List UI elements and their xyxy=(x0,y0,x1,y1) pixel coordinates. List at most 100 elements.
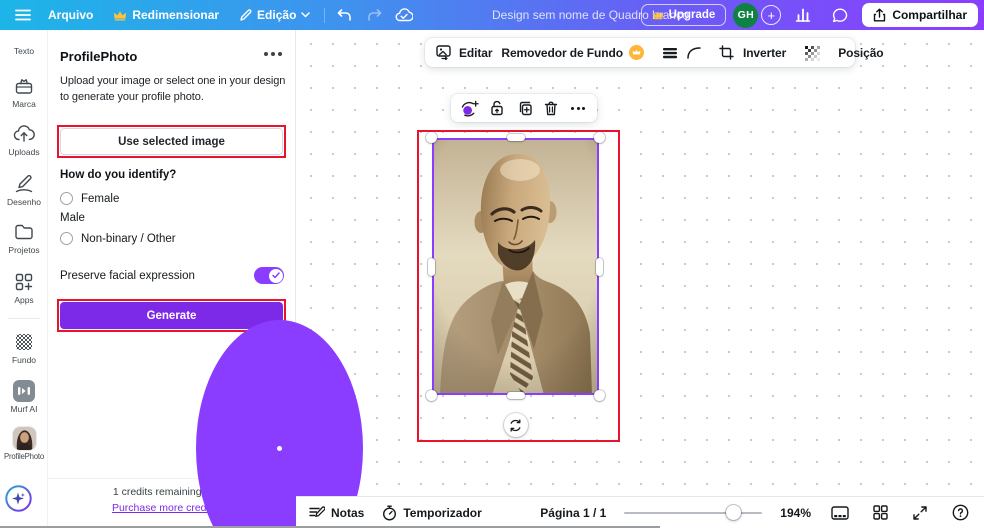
canva-app: Arquivo Redimensionar Edição Design sem … xyxy=(0,0,984,528)
preserve-expression-toggle[interactable] xyxy=(254,267,284,284)
rotate-handle[interactable] xyxy=(503,413,528,437)
zoom-slider-thumb[interactable] xyxy=(726,504,742,520)
zoom-slider[interactable] xyxy=(624,504,763,521)
toggle-knob xyxy=(268,268,283,283)
undo-button[interactable] xyxy=(329,0,359,30)
editing-mode-button[interactable]: Edição xyxy=(229,0,320,30)
radio-label: Non-binary / Other xyxy=(81,232,176,245)
resize-handle-top[interactable] xyxy=(506,134,525,141)
bg-remover-label: Removedor de Fundo xyxy=(501,45,623,60)
sidebar-item-texto[interactable]: Texto xyxy=(0,46,48,56)
duplicate-button[interactable] xyxy=(515,99,533,117)
edit-image-button[interactable]: Editar xyxy=(436,45,493,60)
fullscreen-button[interactable] xyxy=(909,502,931,524)
account-group: GH + xyxy=(733,2,782,28)
transparency-button[interactable] xyxy=(804,45,821,61)
sidebar-item-apps[interactable]: Apps xyxy=(0,271,48,305)
sidebar-item-profilephoto[interactable]: ProfilePhoto xyxy=(0,427,48,461)
file-menu-button[interactable]: Arquivo xyxy=(38,0,103,30)
delete-button[interactable] xyxy=(542,99,560,117)
cloud-save-status[interactable] xyxy=(389,0,419,30)
background-checker-icon xyxy=(16,334,32,350)
arc-icon xyxy=(687,46,701,59)
hamburger-menu-button[interactable] xyxy=(8,0,38,30)
top-bar: Arquivo Redimensionar Edição Design sem … xyxy=(0,0,984,30)
timer-button[interactable]: Temporizador xyxy=(382,505,482,521)
redo-button[interactable] xyxy=(359,0,389,30)
comments-button[interactable] xyxy=(825,0,855,30)
resize-handle-top-left[interactable] xyxy=(426,132,437,143)
radio-icon xyxy=(60,232,73,245)
radio-label: Male xyxy=(60,212,85,224)
corner-rounding-button[interactable] xyxy=(687,46,701,59)
sidebar-item-uploads[interactable]: Uploads xyxy=(0,123,48,157)
sidebar-item-fundo[interactable]: Fundo xyxy=(0,331,48,365)
more-options-icon[interactable] xyxy=(264,52,282,56)
zoom-slider-track[interactable] xyxy=(624,511,763,514)
pages-view-icon xyxy=(831,505,849,520)
upgrade-label: Upgrade xyxy=(668,9,716,21)
resize-handle-right[interactable] xyxy=(596,257,603,276)
sidebar-item-label: Desenho xyxy=(6,197,42,207)
timer-label: Temporizador xyxy=(403,505,482,520)
pages-view-button[interactable] xyxy=(829,502,851,524)
radio-option-female[interactable]: Female xyxy=(60,192,119,205)
help-button[interactable] xyxy=(949,502,971,524)
resize-handle-top-right[interactable] xyxy=(594,132,605,143)
crown-icon xyxy=(652,11,663,20)
brand-kit-icon xyxy=(15,79,33,94)
bg-remover-button[interactable]: Removedor de Fundo xyxy=(501,45,644,60)
position-button[interactable]: Posição xyxy=(838,46,883,60)
panel-description: Upload your image or select one in your … xyxy=(60,75,286,103)
top-bar-right: Upgrade GH + Compartilhar xyxy=(640,0,978,30)
page-indicator: Página 1 / 1 xyxy=(540,505,607,520)
notes-label: Notas xyxy=(331,505,365,520)
avatar[interactable]: GH xyxy=(733,2,759,28)
radio-option-nonbinary[interactable]: Non-binary / Other xyxy=(60,232,176,245)
canva-assistant-button[interactable] xyxy=(5,485,32,512)
resize-handle-left[interactable] xyxy=(428,257,435,276)
notes-icon xyxy=(309,506,325,518)
sidebar-item-label: Fundo xyxy=(11,355,37,365)
upgrade-button[interactable]: Upgrade xyxy=(640,4,727,26)
sidebar-rail: Texto Marca Uploads Desenho Projetos App… xyxy=(0,30,48,528)
share-label: Compartilhar xyxy=(892,8,967,22)
levels-icon xyxy=(662,47,677,58)
sidebar-item-murf-ai[interactable]: Murf AI xyxy=(0,380,48,414)
resize-handle-bottom-left[interactable] xyxy=(426,390,437,401)
notes-button[interactable]: Notas xyxy=(309,506,364,520)
selection-mini-toolbar xyxy=(451,94,597,122)
magic-edit-button[interactable] xyxy=(461,99,479,117)
adjust-levels-button[interactable] xyxy=(662,47,678,59)
sidebar-item-marca[interactable]: Marca xyxy=(0,75,48,109)
murf-ai-icon xyxy=(13,380,35,402)
resize-handle-bottom[interactable] xyxy=(506,392,525,399)
crop-button[interactable] xyxy=(719,45,734,60)
more-dots-icon xyxy=(571,106,585,110)
more-actions-button[interactable] xyxy=(569,99,587,117)
sidebar-item-label: ProfilePhoto xyxy=(3,452,45,461)
sidebar-item-label: Marca xyxy=(12,99,36,109)
use-selected-image-button[interactable]: Use selected image xyxy=(60,128,283,155)
resize-handle-bottom-right[interactable] xyxy=(594,390,605,401)
resize-button[interactable]: Redimensionar xyxy=(103,0,229,30)
grid-view-button[interactable] xyxy=(869,502,891,524)
selected-image[interactable] xyxy=(426,132,605,437)
sidebar-item-projetos[interactable]: Projetos xyxy=(0,221,48,255)
whiteboard-canvas[interactable]: Editar Removedor de Fundo Inverter Posiç… xyxy=(296,30,984,496)
profilephoto-panel: ProfilePhoto Upload your image or select… xyxy=(48,30,363,528)
radio-option-male[interactable]: Male xyxy=(60,212,363,528)
sidebar-item-desenho[interactable]: Desenho xyxy=(0,173,48,207)
lock-button[interactable] xyxy=(488,99,506,117)
add-member-button[interactable]: + xyxy=(761,5,782,25)
flip-button[interactable]: Inverter xyxy=(743,46,786,60)
duplicate-icon xyxy=(519,101,532,115)
preserve-expression-label: Preserve facial expression xyxy=(60,269,195,282)
folder-icon xyxy=(15,224,33,240)
sidebar-divider xyxy=(8,318,40,319)
top-bar-left: Arquivo Redimensionar Edição xyxy=(0,0,419,30)
generate-button[interactable]: Generate xyxy=(60,302,283,329)
insights-button[interactable] xyxy=(788,0,818,30)
share-button[interactable]: Compartilhar xyxy=(862,3,978,27)
rotate-icon xyxy=(510,418,521,432)
